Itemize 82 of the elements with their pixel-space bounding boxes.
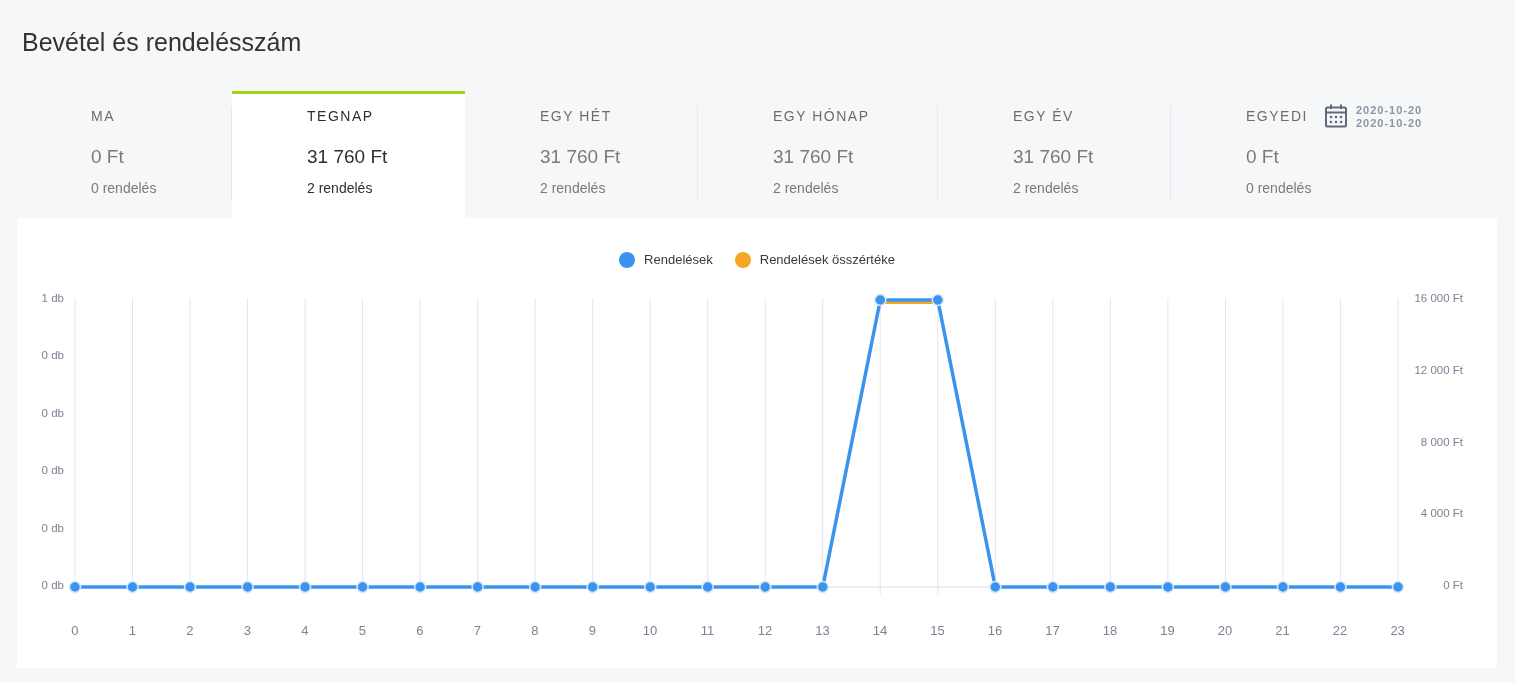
revenue-amount: 31 760 Ft [307,146,388,167]
data-point [471,580,484,594]
data-point [759,580,772,594]
data-point [1276,580,1290,594]
x-axis-label: 7 [473,623,481,639]
x-axis-label: 13 [815,623,830,639]
revenue-amount: 31 760 Ft [1013,146,1094,167]
data-point [1104,580,1117,594]
data-point [356,580,369,594]
order-count: 0 rendelés [91,180,157,196]
data-point [1219,580,1232,594]
y-axis-label: 0 db [41,406,64,419]
data-point [1046,580,1060,594]
data-point [1161,580,1175,594]
y-axis-label: 12 000 Ft [1414,363,1463,376]
x-axis-label: 6 [416,623,424,639]
x-axis-label: 11 [700,623,715,639]
x-axis-label: 19 [1160,623,1175,639]
order-count: 2 rendelés [540,180,606,196]
data-point [643,580,657,594]
y-axis-label: 0 db [41,349,64,362]
data-point [413,580,427,594]
x-axis-label: 4 [301,623,309,639]
x-axis-label: 0 [71,623,79,639]
data-point [931,293,945,307]
y-axis-label: 8 000 Ft [1420,435,1463,448]
x-axis-label: 22 [1332,623,1348,639]
data-point [1334,580,1347,594]
x-axis-label: 15 [930,623,945,639]
y-axis-label: 4 000 Ft [1420,507,1463,520]
x-axis-label: 23 [1390,623,1405,639]
x-axis-label: 20 [1217,623,1233,639]
y-axis-label: 0 db [41,521,64,534]
y-axis-label: 0 db [41,579,64,591]
period-tab[interactable]: EGY ÉV 31 760 Ft 2 rendelés [938,91,1171,218]
x-axis-label: 17 [1045,623,1060,639]
x-axis-label: 8 [531,623,539,639]
date-range-text: 2020-10-20 [1355,104,1423,117]
page-title: Bevétel és rendelésszám [22,27,302,58]
x-axis-label: 18 [1102,623,1118,639]
x-axis-label: 5 [358,623,366,639]
data-point [701,580,714,594]
data-point [528,580,542,594]
period-tab[interactable]: TEGNAP 31 760 Ft 2 rendelés [232,91,465,218]
x-axis-label: 2 [186,623,194,639]
data-point [989,580,1002,594]
period-tab[interactable]: EGY HÓNAP 31 760 Ft 2 rendelés [698,91,938,218]
revenue-amount: 31 760 Ft [773,146,854,167]
revenue-amount: 0 Ft [1246,146,1279,167]
order-count: 0 rendelés [1246,180,1312,196]
x-axis-label: 9 [588,623,596,639]
data-point [241,580,254,594]
data-point [1391,580,1405,594]
x-axis-label: 16 [987,623,1003,639]
calendar-icon[interactable] [1324,104,1347,128]
data-point [874,293,887,307]
x-axis-label: 14 [872,623,888,639]
x-axis-label: 10 [642,623,658,639]
legend-label: Rendelések [644,251,713,269]
y-axis-label: 0 db [41,464,64,477]
x-axis-label: 12 [757,623,773,639]
revenue-amount: 0 Ft [91,146,124,167]
order-count: 2 rendelés [1013,180,1079,196]
data-point [816,580,829,594]
y-axis-label: 16 000 Ft [1414,292,1463,304]
period-tab[interactable]: EGY HÉT 31 760 Ft 2 rendelés [465,91,698,218]
legend-label: Rendelések összértéke [759,251,895,269]
date-range-text: 2020-10-20 [1355,117,1423,130]
x-axis-label: 3 [243,623,251,639]
data-point [586,580,599,594]
x-axis-label: 21 [1275,623,1290,639]
y-axis-label: 1 db [41,292,64,304]
y-axis-label: 0 Ft [1443,579,1463,591]
data-point [298,580,312,594]
revenue-amount: 31 760 Ft [540,146,621,167]
data-point [126,580,139,594]
x-axis-label: 1 [128,623,136,639]
period-tab[interactable]: EGYEDI 2020-10-20 2020-10-20 0 Ft 0 rendelés [1171,91,1497,218]
data-point [68,580,82,594]
data-point [183,580,197,594]
order-count: 2 rendelés [773,180,839,196]
order-count: 2 rendelés [307,180,373,196]
